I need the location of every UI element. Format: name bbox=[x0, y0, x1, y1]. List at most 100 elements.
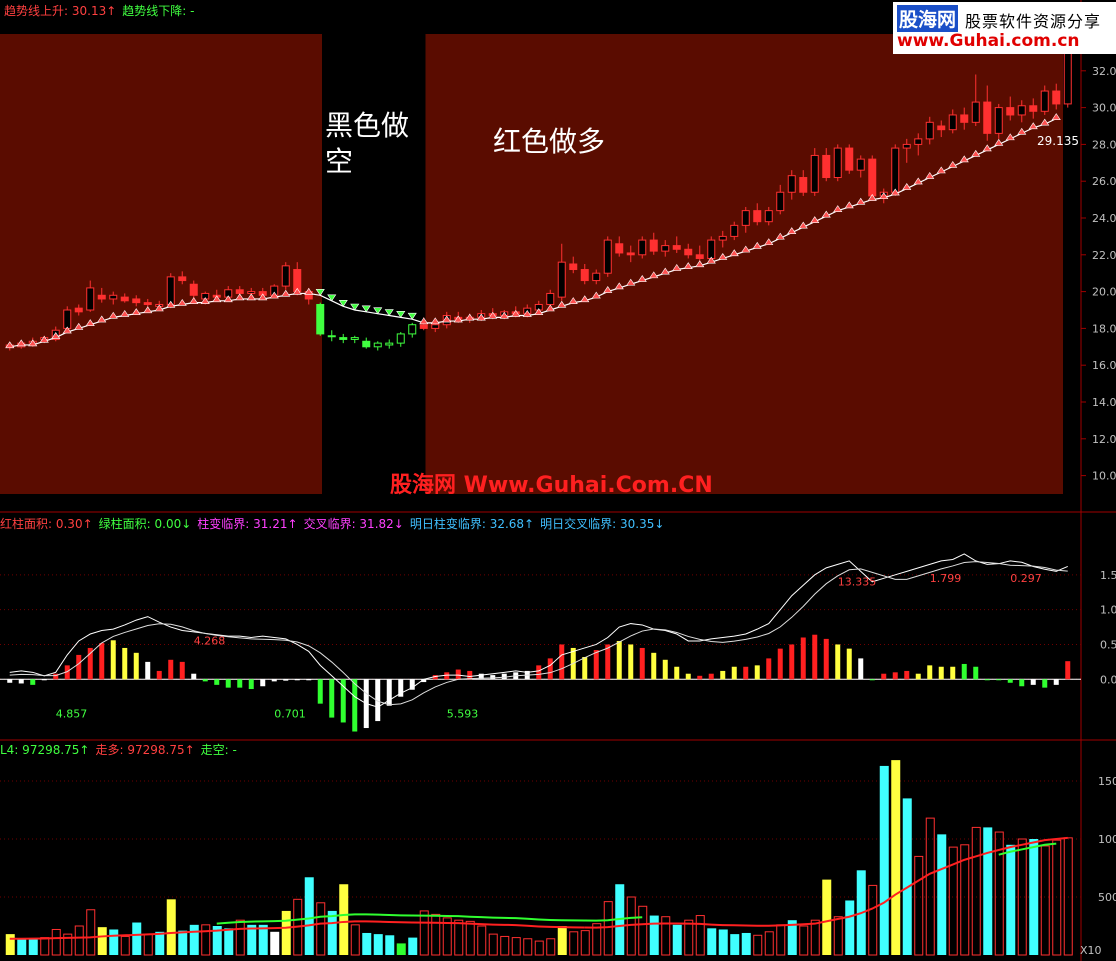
macd-bar-76[interactable] bbox=[881, 673, 887, 680]
candle-27[interactable] bbox=[316, 302, 325, 336]
vol-bar-32[interactable] bbox=[373, 934, 383, 955]
vol-bar-41[interactable] bbox=[477, 925, 487, 956]
macd-bar-77[interactable] bbox=[892, 672, 898, 680]
macd-bar-11[interactable] bbox=[133, 652, 139, 680]
macd-bar-54[interactable] bbox=[628, 644, 634, 680]
macd-bar-46[interactable] bbox=[536, 665, 542, 680]
vol-bar-35[interactable] bbox=[408, 937, 418, 955]
macd-bar-90[interactable] bbox=[1042, 679, 1048, 688]
vol-bar-87[interactable] bbox=[1006, 844, 1016, 955]
macd-bar-26[interactable] bbox=[306, 679, 312, 681]
vol-bar-60[interactable] bbox=[695, 915, 705, 956]
macd-bar-23[interactable] bbox=[271, 679, 277, 682]
macd-bar-10[interactable] bbox=[122, 647, 128, 680]
vol-bar-29[interactable] bbox=[339, 884, 349, 955]
vol-bar-1[interactable] bbox=[17, 938, 27, 955]
vol-bar-31[interactable] bbox=[362, 932, 372, 955]
macd-bar-56[interactable] bbox=[651, 652, 657, 680]
macd-bar-70[interactable] bbox=[812, 634, 818, 680]
macd-bar-57[interactable] bbox=[662, 659, 668, 680]
vol-bar-88[interactable] bbox=[1017, 838, 1027, 956]
volume-bars[interactable] bbox=[5, 760, 1073, 956]
macd-bar-72[interactable] bbox=[835, 644, 841, 680]
macd-bar-60[interactable] bbox=[697, 675, 703, 680]
macd-bar-21[interactable] bbox=[248, 679, 254, 690]
macd-bar-19[interactable] bbox=[225, 679, 231, 688]
vol-bar-43[interactable] bbox=[500, 935, 510, 956]
vol-bar-62[interactable] bbox=[718, 929, 728, 955]
macd-bar-42[interactable] bbox=[490, 675, 496, 680]
macd-bar-47[interactable] bbox=[547, 658, 553, 680]
macd-bar-15[interactable] bbox=[179, 661, 185, 680]
vol-bar-66[interactable] bbox=[764, 931, 774, 956]
vol-bar-40[interactable] bbox=[465, 920, 475, 956]
macd-bar-18[interactable] bbox=[214, 679, 220, 685]
macd-bar-0[interactable] bbox=[7, 679, 13, 683]
vol-bar-37[interactable] bbox=[431, 913, 441, 956]
vol-bar-48[interactable] bbox=[557, 926, 567, 955]
macd-bar-83[interactable] bbox=[961, 663, 967, 680]
vol-bar-12[interactable] bbox=[143, 933, 153, 956]
candle-75[interactable] bbox=[868, 155, 877, 200]
macd-bar-53[interactable] bbox=[616, 640, 622, 680]
macd-bar-9[interactable] bbox=[110, 640, 116, 680]
macd-bar-65[interactable] bbox=[754, 665, 760, 680]
vol-bar-2[interactable] bbox=[28, 938, 38, 955]
vol-bar-19[interactable] bbox=[224, 928, 234, 955]
macd-bar-62[interactable] bbox=[720, 670, 726, 680]
vol-bar-47[interactable] bbox=[546, 938, 556, 956]
vol-bar-81[interactable] bbox=[937, 834, 947, 955]
vol-bar-44[interactable] bbox=[511, 937, 521, 956]
macd-bar-48[interactable] bbox=[559, 644, 565, 680]
macd-bar-71[interactable] bbox=[823, 638, 829, 680]
macd-bar-12[interactable] bbox=[145, 661, 151, 680]
vol-bar-13[interactable] bbox=[155, 931, 165, 955]
candle-92[interactable] bbox=[1063, 45, 1072, 108]
vol-bar-75[interactable] bbox=[868, 884, 878, 956]
macd-bar-28[interactable] bbox=[329, 679, 335, 718]
macd-bar-68[interactable] bbox=[789, 644, 795, 680]
vol-bar-11[interactable] bbox=[132, 922, 142, 955]
vol-bar-65[interactable] bbox=[753, 934, 763, 956]
macd-bar-79[interactable] bbox=[915, 673, 921, 680]
macd-bar-51[interactable] bbox=[593, 650, 599, 680]
vol-bar-26[interactable] bbox=[304, 877, 314, 955]
vol-bar-50[interactable] bbox=[580, 930, 590, 956]
macd-bar-50[interactable] bbox=[582, 657, 588, 680]
macd-bar-84[interactable] bbox=[973, 666, 979, 680]
macd-bar-40[interactable] bbox=[467, 670, 473, 680]
macd-bar-73[interactable] bbox=[846, 648, 852, 680]
macd-bar-52[interactable] bbox=[605, 644, 611, 680]
macd-bar-92[interactable] bbox=[1065, 661, 1071, 680]
macd-bar-69[interactable] bbox=[800, 637, 806, 680]
macd-bar-7[interactable] bbox=[87, 647, 93, 680]
macd-bar-30[interactable] bbox=[352, 679, 358, 732]
candle-24[interactable] bbox=[281, 262, 290, 290]
macd-bar-78[interactable] bbox=[904, 670, 910, 680]
vol-bar-46[interactable] bbox=[534, 940, 544, 956]
macd-bar-64[interactable] bbox=[743, 666, 749, 680]
vol-bar-49[interactable] bbox=[569, 931, 579, 956]
macd-bar-13[interactable] bbox=[156, 670, 162, 680]
macd-bar-20[interactable] bbox=[237, 679, 243, 688]
macd-bar-80[interactable] bbox=[927, 665, 933, 680]
vol-bar-89[interactable] bbox=[1029, 839, 1039, 955]
vol-bar-92[interactable] bbox=[1063, 837, 1073, 956]
macd-bar-75[interactable] bbox=[869, 679, 875, 681]
macd-bar-25[interactable] bbox=[294, 679, 300, 681]
vol-bar-42[interactable] bbox=[488, 933, 498, 956]
macd-bar-1[interactable] bbox=[18, 679, 24, 684]
vol-bar-14[interactable] bbox=[166, 899, 176, 955]
vol-bar-80[interactable] bbox=[925, 817, 935, 956]
macd-bar-63[interactable] bbox=[731, 666, 737, 680]
macd-bar-3[interactable] bbox=[41, 679, 47, 681]
vol-bar-91[interactable] bbox=[1052, 839, 1062, 956]
vol-bar-33[interactable] bbox=[385, 935, 395, 955]
vol-bar-77[interactable] bbox=[891, 760, 901, 955]
macd-bar-16[interactable] bbox=[191, 673, 197, 680]
brand-logo[interactable]: 股海网 股票软件资源分享 www.Guhai.com.cn bbox=[893, 2, 1116, 54]
vol-bar-67[interactable] bbox=[776, 924, 786, 956]
vol-bar-76[interactable] bbox=[879, 765, 889, 955]
macd-bar-58[interactable] bbox=[674, 666, 680, 680]
macd-bar-89[interactable] bbox=[1030, 679, 1036, 685]
